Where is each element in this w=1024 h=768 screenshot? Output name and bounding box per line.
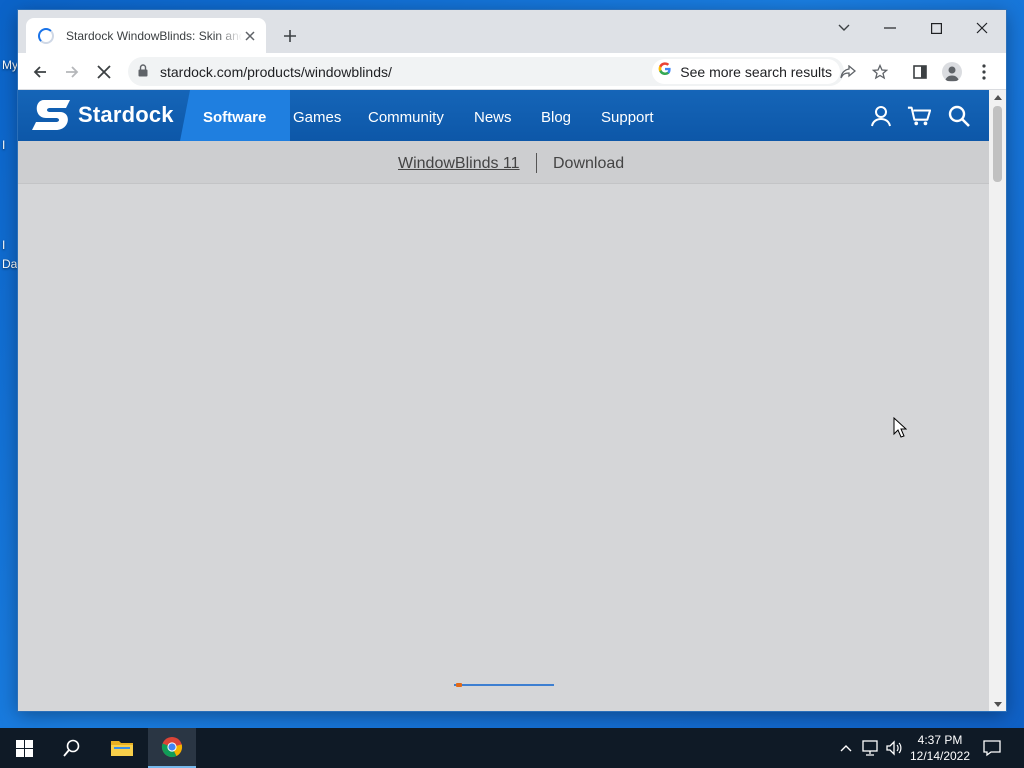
start-button[interactable] [0,728,48,768]
profile-button[interactable] [938,58,966,86]
clock-time: 4:37 PM [917,733,963,747]
avatar-icon [942,62,962,82]
tab-search-icon[interactable] [824,14,864,42]
notifications-icon[interactable] [982,738,1002,758]
network-icon[interactable] [860,738,880,758]
vertical-scrollbar[interactable] [989,90,1006,711]
scroll-down-arrow-icon[interactable] [989,697,1006,711]
bookmark-star-icon[interactable] [866,58,894,86]
url-text[interactable]: stardock.com/products/windowblinds/ [160,64,392,80]
file-explorer-button[interactable] [98,728,146,768]
nav-games[interactable]: Games [293,109,341,126]
address-bar[interactable]: stardock.com/products/windowblinds/ See … [128,57,844,86]
taskbar: 4:37 PM 12/14/2022 [0,728,1024,768]
chrome-icon [161,737,183,758]
page-loading-bar [454,683,554,687]
subnav-product-link[interactable]: WindowBlinds 11 [398,155,520,173]
stop-loading-button[interactable] [90,58,118,86]
tab-title: Stardock WindowBlinds: Skin and Customiz… [66,28,242,43]
nav-blog[interactable]: Blog [541,109,571,126]
close-window-button[interactable] [962,14,1002,42]
browser-tab[interactable]: Stardock WindowBlinds: Skin and Customiz… [26,18,266,53]
maximize-button[interactable] [916,14,956,42]
scroll-up-arrow-icon[interactable] [989,90,1006,104]
forward-button[interactable] [58,58,86,86]
desktop-icon-label[interactable]: I [2,238,5,252]
site-header: Stardock Software Games Community News B… [18,90,989,141]
nav-software[interactable]: Software [203,109,266,126]
nav-community[interactable]: Community [368,109,444,126]
chrome-taskbar-button[interactable] [148,728,196,768]
cart-icon[interactable] [907,104,931,128]
show-hidden-icons-chevron-icon[interactable] [836,738,856,758]
volume-icon[interactable] [884,738,904,758]
minimize-button[interactable] [870,14,910,42]
close-tab-icon[interactable] [242,28,258,44]
search-results-label: See more search results [680,63,832,80]
desktop-icon-label[interactable]: Da [2,257,17,271]
page-viewport[interactable]: Stardock Software Games Community News B… [18,90,989,711]
mouse-cursor-icon [893,416,908,444]
search-icon[interactable] [947,104,971,128]
subnav-divider [536,153,537,173]
desktop-icon-label[interactable]: My [2,58,18,72]
logo-text: Stardock [78,102,174,127]
tab-strip: Stardock WindowBlinds: Skin and Customiz… [18,10,1006,53]
windows-logo-icon [15,739,33,757]
account-icon[interactable] [869,104,893,128]
stardock-logo[interactable]: Stardock [30,96,174,134]
search-icon [63,739,80,757]
lock-icon[interactable] [138,64,148,82]
search-results-chip[interactable]: See more search results [652,59,840,84]
side-panel-icon[interactable] [906,58,934,86]
taskbar-clock[interactable]: 4:37 PM 12/14/2022 [906,732,974,764]
browser-window: Stardock WindowBlinds: Skin and Customiz… [18,10,1006,711]
clock-date: 12/14/2022 [909,749,971,763]
google-g-icon [658,62,672,81]
menu-kebab-icon[interactable] [970,58,998,86]
desktop-icon-label[interactable]: I [2,138,5,152]
nav-support[interactable]: Support [601,109,654,126]
subnav-download-link[interactable]: Download [553,155,624,173]
product-subnav: WindowBlinds 11 Download [18,141,989,184]
taskbar-search-button[interactable] [48,728,96,768]
new-tab-button[interactable] [278,24,302,48]
share-icon[interactable] [834,58,862,86]
stardock-logo-icon [32,100,70,130]
nav-news[interactable]: News [474,109,512,126]
folder-icon [111,741,133,756]
browser-toolbar: stardock.com/products/windowblinds/ See … [18,53,1006,90]
loading-spinner-icon [38,27,54,44]
scroll-thumb[interactable] [993,106,1002,182]
back-button[interactable] [26,58,54,86]
